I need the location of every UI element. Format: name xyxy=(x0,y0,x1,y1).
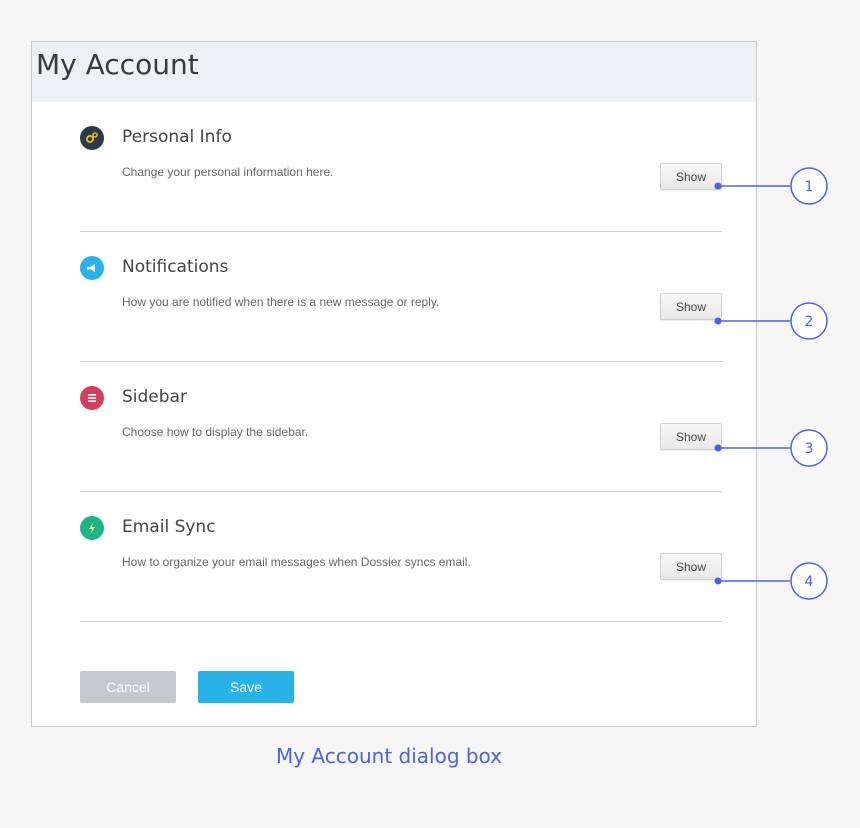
callout-number: 2 xyxy=(805,314,814,330)
callout-2: 2 xyxy=(714,302,828,340)
callout-annotations: 1 2 3 4 xyxy=(714,167,828,600)
callout-number: 3 xyxy=(805,441,814,457)
figure-caption: My Account dialog box xyxy=(275,744,503,768)
callout-3: 3 xyxy=(714,429,828,467)
callout-4: 4 xyxy=(714,562,828,600)
callout-number: 1 xyxy=(805,179,814,195)
callout-1: 1 xyxy=(714,167,828,205)
callout-number: 4 xyxy=(805,574,814,590)
